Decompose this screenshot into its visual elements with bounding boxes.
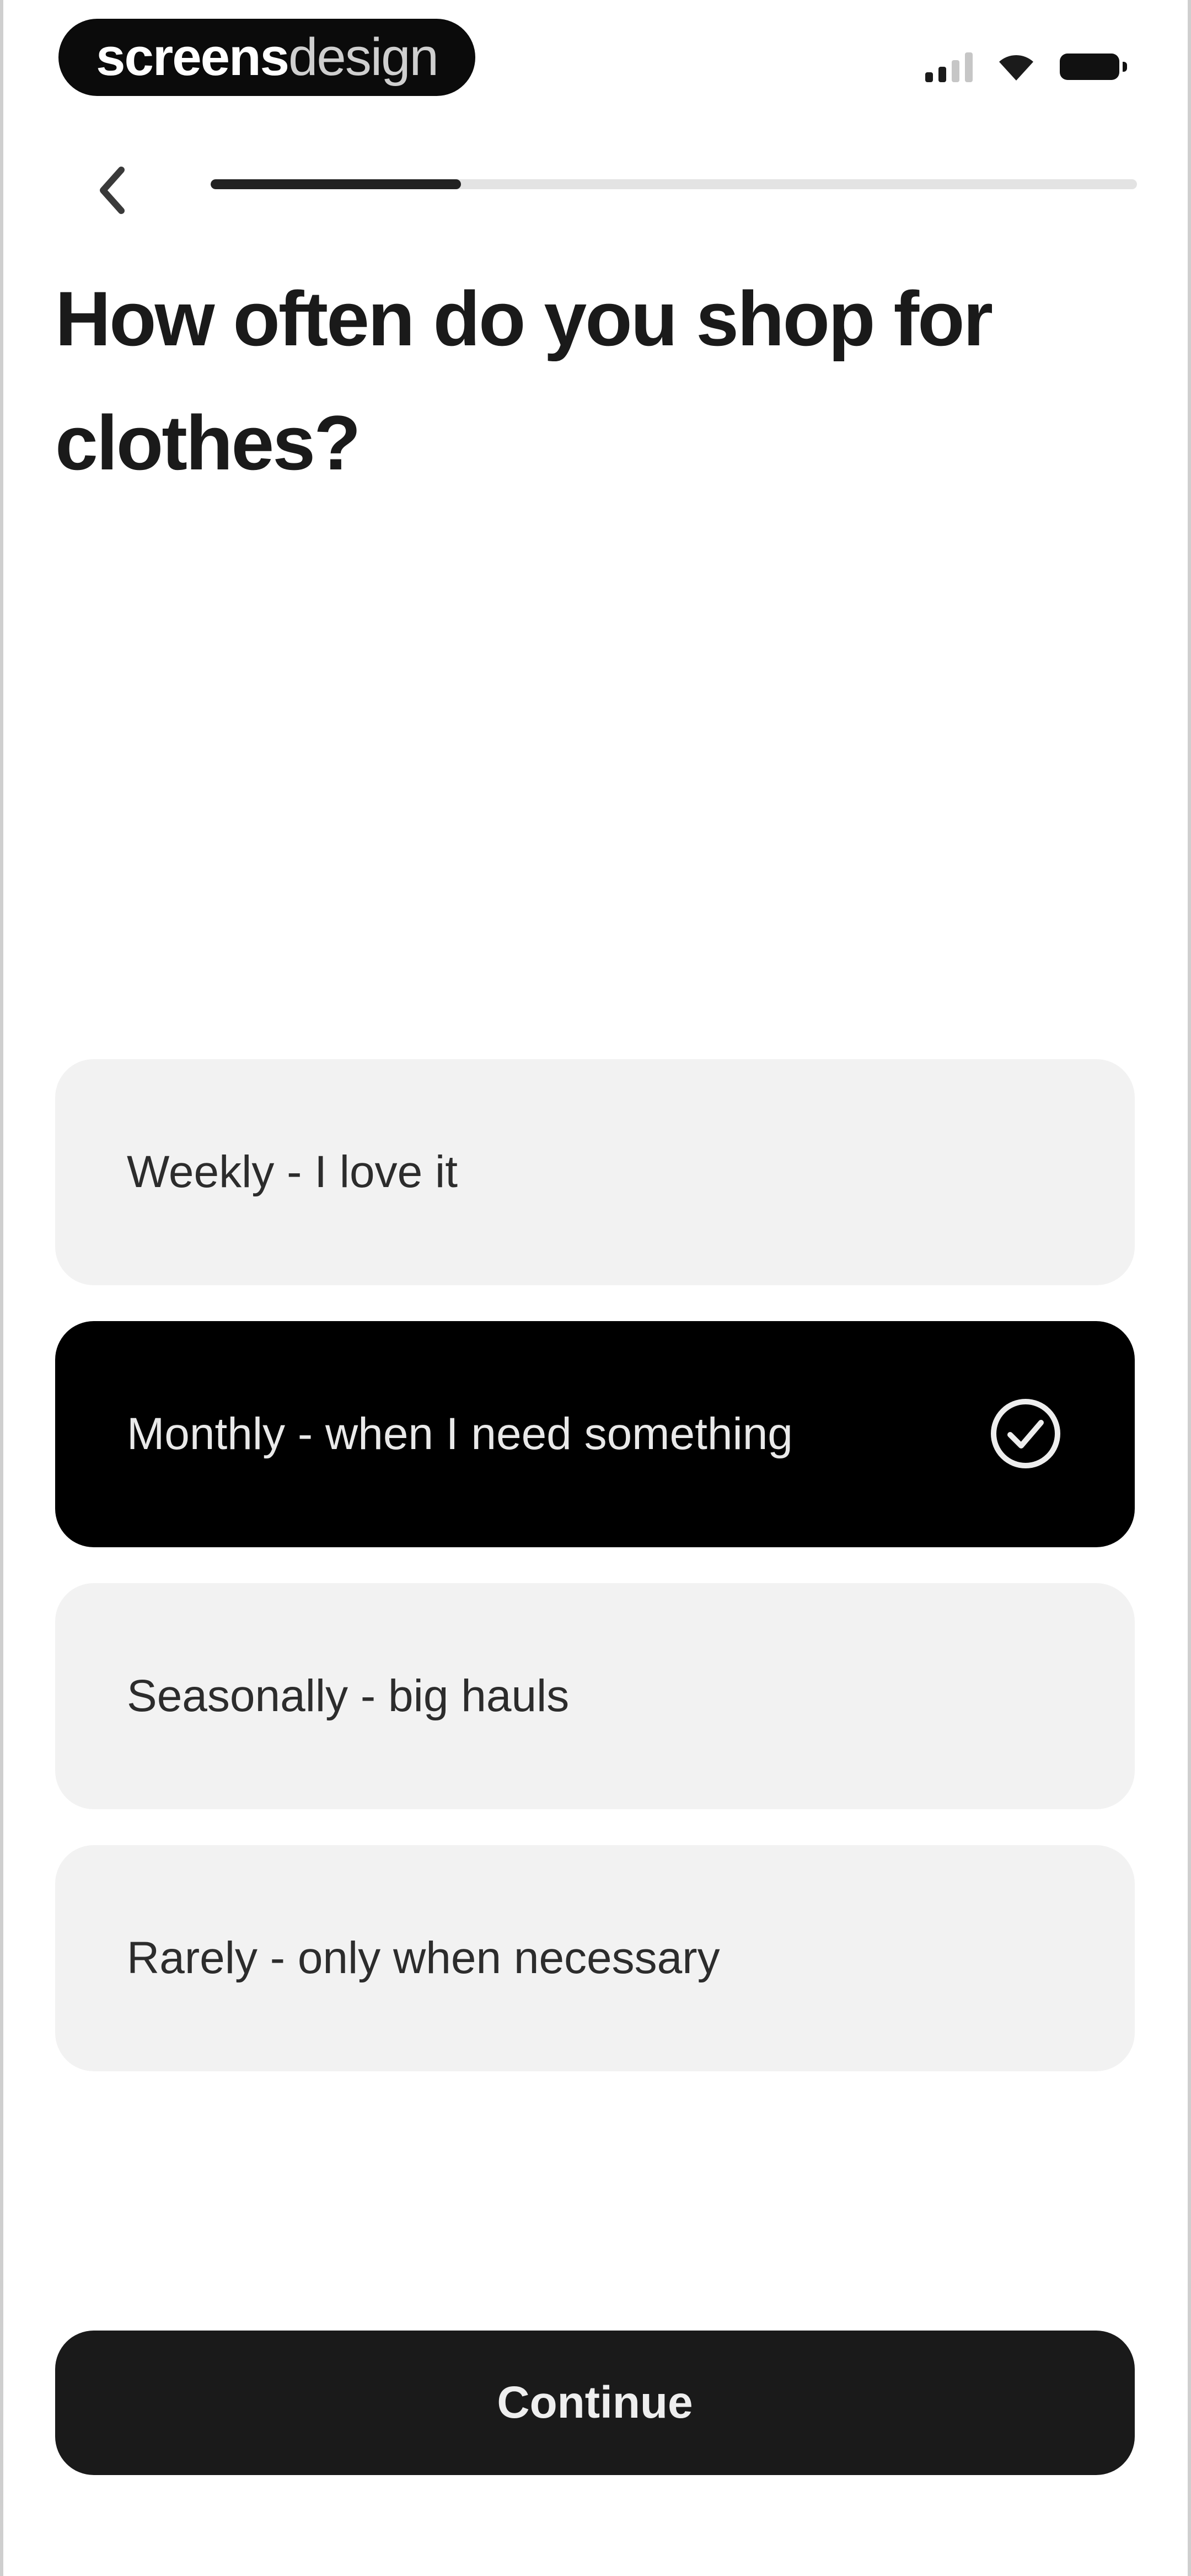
chevron-left-icon (100, 167, 125, 214)
brand-light-text: design (288, 28, 439, 87)
option-weekly[interactable]: Weekly - I love it (55, 1059, 1135, 1285)
option-rarely[interactable]: Rarely - only when necessary (55, 1845, 1135, 2071)
signal-icon (925, 51, 973, 82)
option-label: Weekly - I love it (127, 1147, 458, 1197)
brand-badge: screens design (58, 19, 475, 96)
brand-bold-text: screens (96, 28, 289, 87)
progress-bar (211, 179, 1137, 189)
option-label: Seasonally - big hauls (127, 1671, 570, 1721)
battery-icon (1060, 54, 1127, 80)
system-icons (925, 47, 1127, 86)
progress-fill (211, 179, 461, 189)
check-circle-icon (991, 1399, 1060, 1468)
option-label: Rarely - only when necessary (127, 1933, 720, 1983)
option-label: Monthly - when I need something (127, 1409, 793, 1459)
status-bar: screens design (0, 0, 1191, 121)
back-button[interactable] (83, 160, 143, 221)
continue-button[interactable]: Continue (55, 2331, 1135, 2475)
question-title: How often do you shop for clothes? (55, 275, 993, 486)
wifi-icon (997, 52, 1036, 82)
option-seasonally[interactable]: Seasonally - big hauls (55, 1583, 1135, 1809)
option-monthly[interactable]: Monthly - when I need something (55, 1321, 1135, 1547)
